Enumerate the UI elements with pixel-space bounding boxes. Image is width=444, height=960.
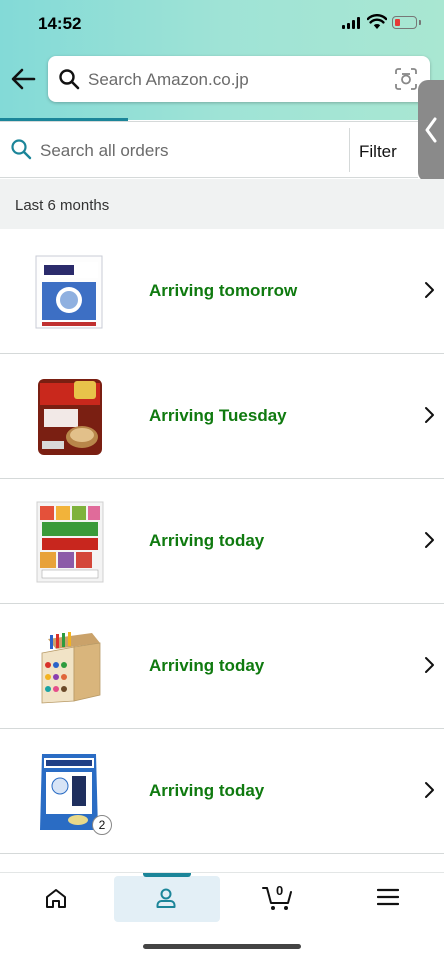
nav-you[interactable] — [114, 873, 218, 923]
chevron-right-icon — [425, 532, 434, 548]
search-icon — [59, 69, 80, 90]
delivery-status: Arriving today — [149, 781, 265, 800]
camera-scan-icon[interactable] — [394, 67, 418, 91]
status-time: 14:52 — [38, 14, 82, 33]
home-icon — [46, 889, 66, 908]
delivery-status: Arriving today — [149, 656, 265, 675]
chevron-right-icon — [425, 782, 434, 798]
search-placeholder: Search Amazon.co.jp — [88, 70, 249, 89]
cart-count: 0 — [276, 883, 284, 898]
order-row[interactable]: 2 Arriving today — [0, 729, 444, 854]
arrow-left-icon — [11, 68, 36, 90]
menu-icon — [377, 888, 399, 906]
product-image — [38, 379, 102, 455]
chevron-right-icon — [425, 407, 434, 423]
nav-home[interactable] — [4, 873, 108, 923]
divider — [349, 128, 350, 172]
order-list: Arriving tomorrow Arriving Tuesday Arriv… — [0, 229, 444, 854]
order-row[interactable]: Arriving Tuesday — [0, 354, 444, 479]
nav-cart[interactable] — [226, 873, 330, 923]
chevron-right-icon — [425, 282, 434, 298]
delivery-status: Arriving Tuesday — [149, 406, 287, 425]
product-image — [41, 632, 101, 704]
order-row[interactable]: Arriving tomorrow — [0, 229, 444, 354]
signal-icon — [342, 17, 360, 29]
order-row[interactable]: Arriving today — [0, 604, 444, 729]
search-icon — [11, 139, 32, 160]
status-bar: 14:52 — [0, 0, 444, 50]
delivery-status: Arriving tomorrow — [149, 281, 298, 300]
period-header: Last 6 months — [0, 179, 444, 229]
search-input[interactable]: Search Amazon.co.jp — [48, 56, 430, 102]
chevron-left-icon — [425, 117, 437, 143]
orders-search-bar: Search all orders Filter — [0, 121, 418, 178]
order-row[interactable]: Arriving today — [0, 479, 444, 604]
side-panel-handle[interactable] — [418, 80, 444, 182]
period-label: Last 6 months — [15, 197, 110, 214]
delivery-status: Arriving today — [149, 531, 265, 550]
wifi-icon — [367, 14, 387, 29]
user-icon — [156, 888, 176, 908]
back-button[interactable] — [8, 62, 40, 96]
home-indicator[interactable] — [143, 944, 301, 949]
nav-menu[interactable] — [336, 873, 440, 923]
chevron-right-icon — [425, 657, 434, 673]
orders-search-input[interactable]: Search all orders — [40, 141, 169, 161]
quantity-badge: 2 — [92, 815, 112, 835]
battery-icon — [392, 16, 417, 29]
filter-button[interactable]: Filter — [359, 142, 397, 162]
product-image — [36, 501, 104, 583]
product-image — [35, 255, 103, 329]
